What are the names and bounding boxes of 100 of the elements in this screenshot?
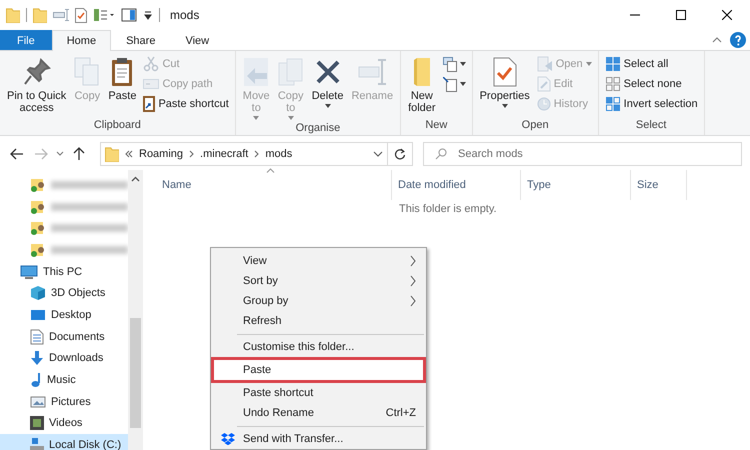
- breadcrumb[interactable]: mods: [265, 148, 292, 160]
- pin-icon: [22, 58, 51, 86]
- ribbon-tab[interactable]: Share: [111, 30, 170, 50]
- ribbon-button[interactable]: Invert selection: [602, 95, 700, 113]
- breadcrumb[interactable]: .minecraft: [200, 148, 248, 160]
- group-label: Clipboard: [94, 119, 141, 133]
- search-field[interactable]: Search mods: [423, 142, 742, 166]
- ribbon-button[interactable]: Paste: [105, 54, 140, 119]
- refresh-icon: [394, 148, 406, 160]
- dropdown-caret-icon: [502, 104, 508, 108]
- menu-item[interactable]: Paste shortcut: [211, 383, 426, 403]
- back-button[interactable]: [8, 148, 26, 160]
- download-icon: [30, 350, 44, 366]
- menu-item[interactable]: Paste: [214, 360, 423, 380]
- select-all-icon: [604, 56, 621, 72]
- scissors-icon: [143, 56, 160, 72]
- desktop-icon: [30, 308, 46, 321]
- menu-item[interactable]: Group by: [211, 291, 426, 311]
- scrollbar[interactable]: [128, 170, 143, 450]
- delete-icon: [316, 60, 340, 84]
- up-arrow-icon: [73, 147, 85, 161]
- dropdown-caret-icon: [460, 62, 466, 66]
- folder-icon: [414, 58, 430, 86]
- dropdown-caret-icon: [460, 82, 466, 86]
- group-label: Open: [522, 119, 549, 133]
- rename-icon: [53, 9, 69, 21]
- picture-icon: [30, 396, 46, 408]
- address-bar[interactable]: Roaming .minecraft mods: [100, 142, 388, 166]
- maximize-icon: [676, 10, 686, 20]
- nav-item[interactable]: Pictures: [0, 390, 128, 413]
- pane-icon: [121, 8, 137, 22]
- help-icon: [730, 32, 746, 48]
- ribbon-tab[interactable]: Home: [52, 30, 112, 51]
- back-arrow-icon: [10, 148, 24, 160]
- menu-item[interactable]: View: [211, 251, 426, 271]
- edit-icon: [536, 76, 551, 92]
- menu-item[interactable]: Sort by: [211, 271, 426, 291]
- dropdown-caret-icon: [324, 104, 331, 108]
- history-icon: [536, 97, 551, 111]
- breadcrumb[interactable]: Roaming: [139, 148, 184, 160]
- path-icon: [143, 79, 160, 89]
- ribbon-button[interactable]: [440, 75, 468, 93]
- group-label: Organise: [296, 122, 340, 136]
- column-header[interactable]: Name: [156, 170, 392, 200]
- film-icon: [30, 416, 44, 430]
- menu-item[interactable]: Undo Rename Ctrl+Z: [211, 403, 426, 423]
- ribbon-button[interactable]: [440, 55, 468, 73]
- menu-item[interactable]: Refresh: [211, 311, 426, 331]
- sort-caret-icon: [266, 168, 275, 173]
- empty-folder-message: This folder is empty.: [399, 203, 498, 215]
- ribbon-tab[interactable]: View: [170, 30, 224, 50]
- folder-icon: [33, 7, 47, 23]
- rename-icon: [358, 59, 386, 85]
- open-icon: [536, 56, 553, 72]
- ribbon-button[interactable]: Select none: [602, 75, 700, 93]
- chevron-down-icon: [56, 151, 64, 157]
- column-header[interactable]: Size: [631, 170, 687, 200]
- nav-item[interactable]: Downloads: [0, 348, 128, 370]
- menu-item[interactable]: Send with Transfer...: [211, 429, 426, 449]
- nav-item[interactable]: This PC: [0, 260, 128, 282]
- properties-icon: [75, 8, 87, 22]
- nav-item[interactable]: Local Disk (C:): [0, 434, 128, 450]
- chevron-right-icon: [254, 150, 260, 158]
- shared-folder-icon: [30, 176, 46, 193]
- group-label: Select: [636, 119, 666, 133]
- drive-icon: [30, 438, 44, 450]
- nav-item[interactable]: Videos: [0, 412, 128, 434]
- dropbox-icon: [221, 433, 235, 445]
- cube-icon: [30, 285, 46, 302]
- ribbon-tab[interactable]: File: [0, 30, 52, 50]
- chevron-right-icon: [189, 150, 194, 158]
- ribbon-button[interactable]: Properties: [476, 54, 533, 119]
- shortcut-icon: [143, 96, 156, 112]
- ribbon-button[interactable]: New folder: [405, 54, 439, 119]
- refresh-button[interactable]: [387, 142, 413, 166]
- folder-icon: [105, 146, 119, 162]
- chevron-down-icon: [373, 151, 383, 157]
- ribbon-button[interactable]: Pin to Quick access: [4, 54, 70, 119]
- nav-item[interactable]: 3D Objects: [0, 282, 128, 304]
- ribbon-button[interactable]: Delete: [308, 54, 346, 122]
- column-header[interactable]: Type: [521, 170, 631, 200]
- menu-item[interactable]: Customise this folder...: [211, 337, 426, 357]
- window-title: mods: [170, 8, 200, 22]
- group-label: New: [425, 119, 448, 133]
- nav-item[interactable]: Music: [0, 369, 128, 391]
- customize-toolbar-icon: [143, 10, 153, 20]
- column-header[interactable]: Date modified: [392, 170, 521, 200]
- nav-item[interactable]: Desktop: [0, 304, 128, 326]
- collapse-ribbon-icon: [712, 37, 722, 43]
- forward-arrow-icon: [34, 148, 48, 160]
- shared-folder-icon: [30, 242, 46, 258]
- move-icon: [243, 58, 270, 86]
- search-icon: [435, 148, 447, 160]
- nav-item[interactable]: Documents: [0, 326, 128, 348]
- overflow-chevron-icon: [125, 150, 133, 158]
- close-icon: [722, 10, 732, 20]
- view-options-icon: [93, 8, 115, 22]
- ribbon-button[interactable]: Paste shortcut: [141, 95, 231, 113]
- ribbon-button[interactable]: Select all: [602, 55, 700, 73]
- shared-folder-icon: [30, 198, 46, 215]
